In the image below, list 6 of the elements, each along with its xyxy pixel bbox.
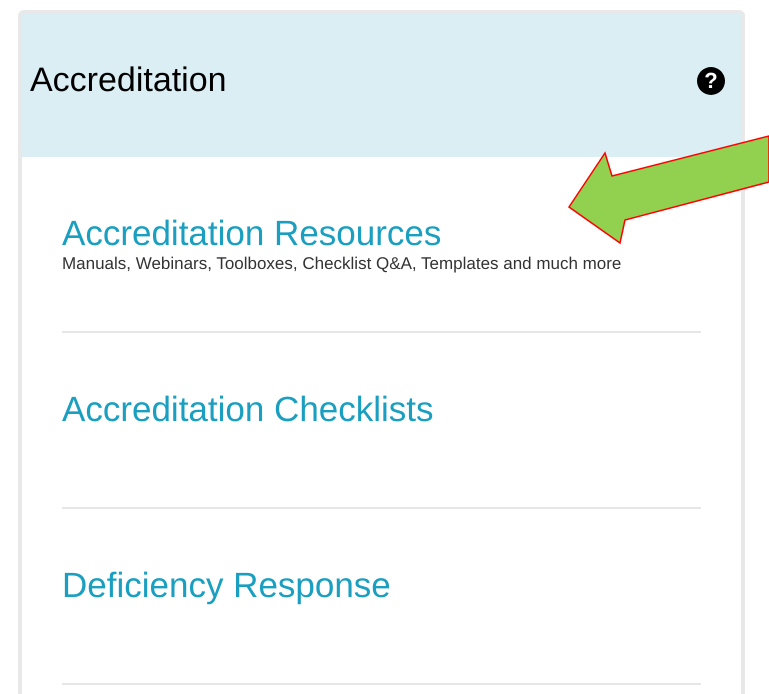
item-link[interactable]: Accreditation Checklists [62, 391, 434, 429]
panel-title: Accreditation [30, 61, 227, 100]
item-link[interactable]: Deficiency Response [62, 567, 391, 605]
item-link[interactable]: Accreditation Resources [62, 215, 442, 253]
item-description: Manuals, Webinars, Toolboxes, Checklist Q&A, Templates and much more [62, 253, 622, 274]
help-icon[interactable]: ? [697, 66, 725, 94]
